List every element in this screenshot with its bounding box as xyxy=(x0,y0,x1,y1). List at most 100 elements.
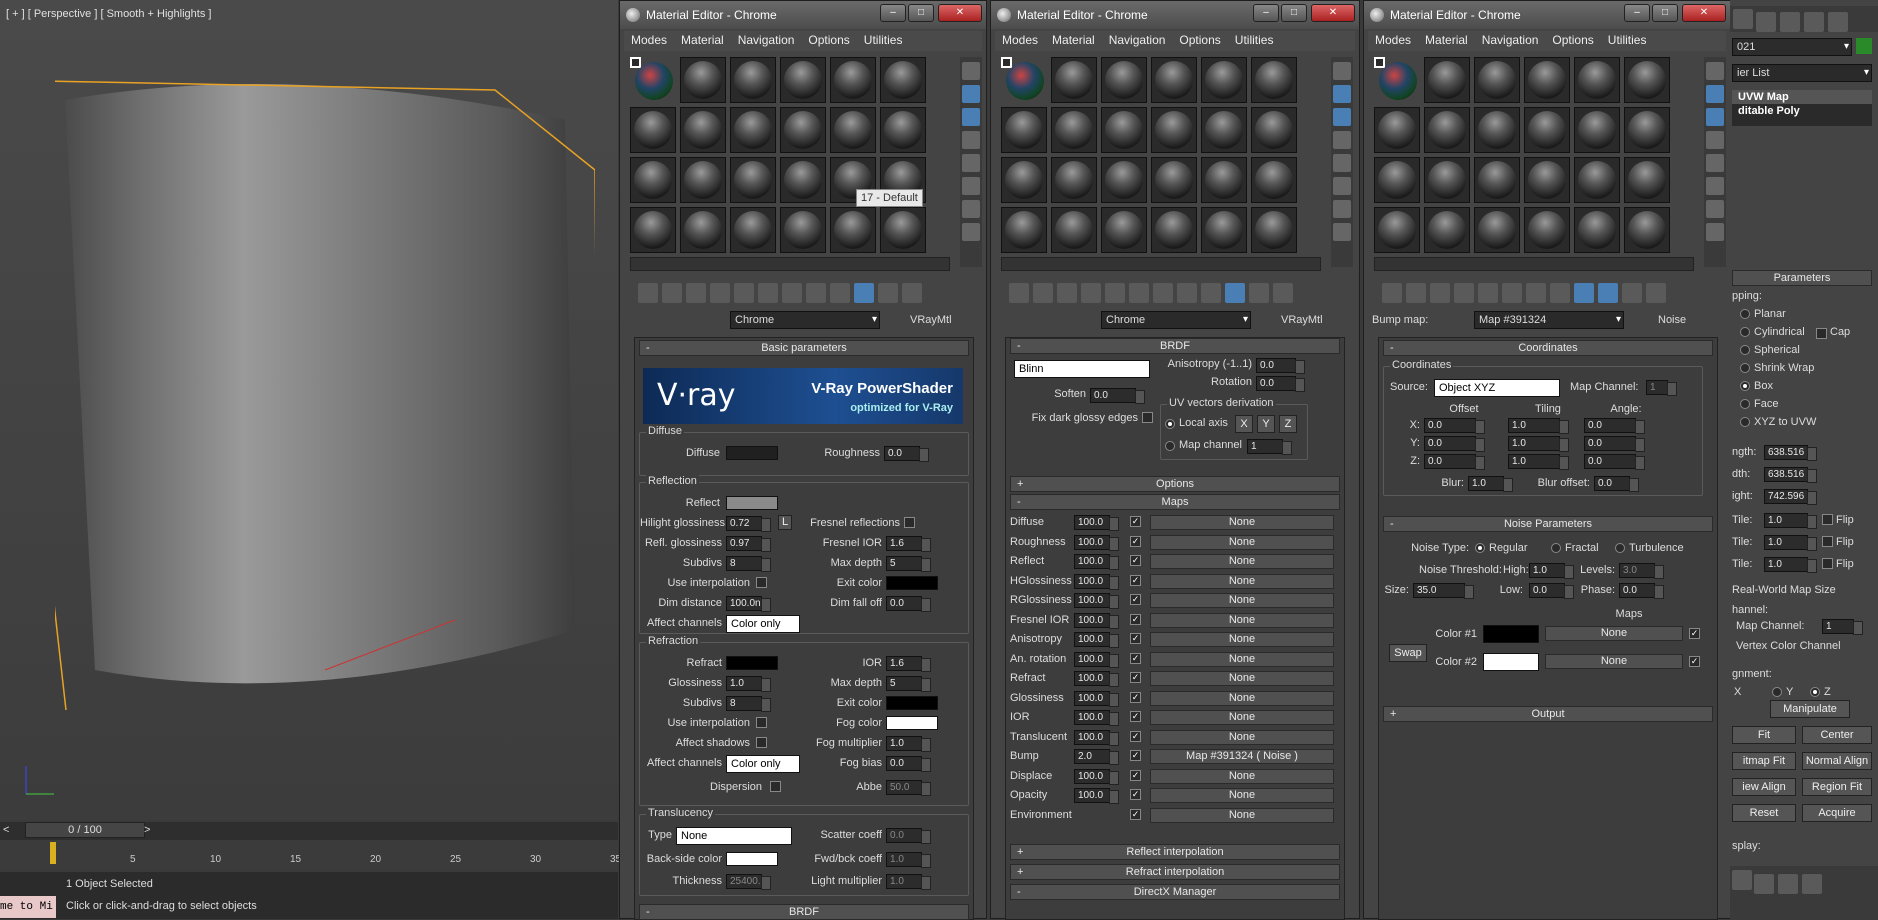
axis-y-button[interactable]: Y xyxy=(1257,415,1275,433)
pan-icon[interactable] xyxy=(1754,874,1774,894)
close-button[interactable]: ✕ xyxy=(938,4,982,22)
maps-rollout[interactable]: - Maps xyxy=(1010,494,1340,510)
map-amount-spinner[interactable]: 100.0 xyxy=(1074,632,1119,648)
brdf-rollout-footer[interactable]: - BRDF xyxy=(639,904,969,920)
material-slot[interactable] xyxy=(730,107,776,153)
track-bar[interactable]: 5 10 15 20 25 30 35 xyxy=(0,840,621,870)
show-end-result-icon[interactable] xyxy=(1225,283,1245,303)
material-slot[interactable] xyxy=(1574,107,1620,153)
angle-spinner[interactable]: 0.0 xyxy=(1584,436,1645,452)
menu-utilities[interactable]: Utilities xyxy=(1601,31,1654,49)
refr-subdivs-spinner[interactable]: 8 xyxy=(726,696,771,712)
flip-checkbox[interactable] xyxy=(1822,514,1833,525)
refr-exit-color[interactable] xyxy=(886,696,938,710)
material-slot[interactable] xyxy=(1474,107,1520,153)
map-amount-spinner[interactable]: 100.0 xyxy=(1074,690,1119,707)
fog-bias-spinner[interactable]: 0.0 xyxy=(886,756,931,772)
put-to-scene-icon[interactable] xyxy=(1033,283,1053,303)
material-name-field[interactable]: Chrome xyxy=(730,311,880,329)
modifier-stack[interactable]: UVW Map ditable Poly xyxy=(1732,90,1872,126)
material-slot[interactable] xyxy=(1524,157,1570,203)
blur-offset-spinner[interactable]: 0.0 xyxy=(1594,476,1639,492)
sample-slots[interactable] xyxy=(630,57,940,257)
maximize-button[interactable]: □ xyxy=(908,4,934,22)
menu-modes[interactable]: Modes xyxy=(995,31,1045,49)
map-enable-checkbox[interactable]: ✓ xyxy=(1130,730,1141,742)
map-amount-spinner[interactable]: 100.0 xyxy=(1074,612,1119,629)
slots-scrollbar[interactable] xyxy=(630,257,950,271)
acquire-button[interactable]: Acquire xyxy=(1802,804,1872,822)
map-enable-checkbox[interactable]: ✓ xyxy=(1130,594,1141,605)
menu-utilities[interactable]: Utilities xyxy=(857,31,910,49)
fractal-radio[interactable] xyxy=(1551,543,1561,553)
window-title[interactable]: Material Editor - Chrome – □ ✕ xyxy=(620,1,986,29)
material-slot[interactable] xyxy=(1374,207,1420,253)
map-slot-button[interactable]: None xyxy=(1150,651,1334,667)
basic-params-rollout[interactable]: - Basic parameters xyxy=(639,340,969,356)
affect-shadows-checkbox[interactable] xyxy=(756,737,767,748)
tiling-spinner[interactable]: 1.0 xyxy=(1508,454,1569,470)
map-channel-radio[interactable] xyxy=(1165,441,1175,451)
rotation-spinner[interactable]: 0.0 xyxy=(1256,376,1305,392)
get-material-icon[interactable] xyxy=(1382,283,1402,303)
map-name-field[interactable]: Map #391324 xyxy=(1474,311,1624,329)
menu-options[interactable]: Options xyxy=(801,31,856,49)
brdf-rollout[interactable]: - BRDF xyxy=(1010,338,1340,354)
fwd-bck-spinner[interactable]: 1.0 xyxy=(886,852,931,868)
view-align-button[interactable]: iew Align xyxy=(1732,778,1796,796)
video-color-icon[interactable] xyxy=(1706,154,1724,172)
material-slot[interactable] xyxy=(1474,57,1520,103)
material-slot[interactable] xyxy=(1151,107,1197,153)
background-icon[interactable] xyxy=(1706,108,1724,126)
reflect-interp-rollout[interactable]: + Reflect interpolation xyxy=(1010,844,1340,860)
mapping-type-radio[interactable] xyxy=(1740,381,1750,391)
material-slot[interactable] xyxy=(680,207,726,253)
make-preview-icon[interactable] xyxy=(962,177,980,195)
uv-tiling-icon[interactable] xyxy=(1706,131,1724,149)
effects-channel-icon[interactable] xyxy=(1177,283,1197,303)
material-slot[interactable] xyxy=(1524,57,1570,103)
map-slot-button[interactable]: None xyxy=(1150,807,1334,823)
go-parent-icon[interactable] xyxy=(1249,283,1269,303)
map-slot-button[interactable]: None xyxy=(1150,788,1334,803)
center-button[interactable]: Center xyxy=(1802,726,1872,744)
material-slot[interactable] xyxy=(880,57,926,103)
select-by-material-icon[interactable] xyxy=(1706,223,1724,241)
map-enable-checkbox[interactable]: ✓ xyxy=(1130,691,1141,703)
material-slot[interactable] xyxy=(1474,207,1520,253)
make-preview-icon[interactable] xyxy=(1706,177,1724,195)
material-slot[interactable] xyxy=(730,57,776,103)
length-spinner[interactable]: 638.516 xyxy=(1764,445,1817,461)
material-slot[interactable] xyxy=(630,107,676,153)
flip-checkbox[interactable] xyxy=(1822,558,1833,569)
material-slot[interactable] xyxy=(1424,107,1470,153)
go-parent-icon[interactable] xyxy=(1622,283,1642,303)
effects-channel-icon[interactable] xyxy=(1550,283,1570,303)
map-enable-checkbox[interactable]: ✓ xyxy=(1130,633,1141,644)
material-slot[interactable] xyxy=(1624,57,1670,103)
dim-distance-spinner[interactable]: 100.0n xyxy=(726,596,771,612)
material-slot[interactable] xyxy=(1001,207,1047,253)
turbulence-radio[interactable] xyxy=(1615,543,1625,553)
map-enable-checkbox[interactable]: ✓ xyxy=(1130,672,1141,683)
map-enable-checkbox[interactable]: ✓ xyxy=(1130,750,1141,761)
mapping-type-radio[interactable] xyxy=(1740,309,1750,319)
axis-x-button[interactable]: X xyxy=(1235,415,1253,433)
close-button[interactable]: ✕ xyxy=(1311,4,1355,22)
material-slot[interactable] xyxy=(1474,157,1520,203)
make-preview-icon[interactable] xyxy=(1333,177,1351,195)
copy-icon[interactable] xyxy=(1105,283,1125,303)
flip-checkbox[interactable] xyxy=(1822,536,1833,547)
scatter-spinner[interactable]: 0.0 xyxy=(886,828,931,844)
maximize-button[interactable]: □ xyxy=(1281,4,1307,22)
map-slot-button[interactable]: None xyxy=(1150,573,1334,589)
material-slot[interactable] xyxy=(1424,57,1470,103)
map-amount-spinner[interactable]: 100.0 xyxy=(1074,651,1119,668)
width-spinner[interactable]: 638.516 xyxy=(1764,467,1817,483)
go-parent-icon[interactable] xyxy=(878,283,898,303)
cap-checkbox[interactable] xyxy=(1816,328,1827,339)
material-slot[interactable] xyxy=(1524,207,1570,253)
bitmap-fit-button[interactable]: itmap Fit xyxy=(1732,752,1796,770)
material-slot[interactable] xyxy=(1051,57,1097,103)
tiling-spinner[interactable]: 1.0 xyxy=(1508,418,1569,434)
